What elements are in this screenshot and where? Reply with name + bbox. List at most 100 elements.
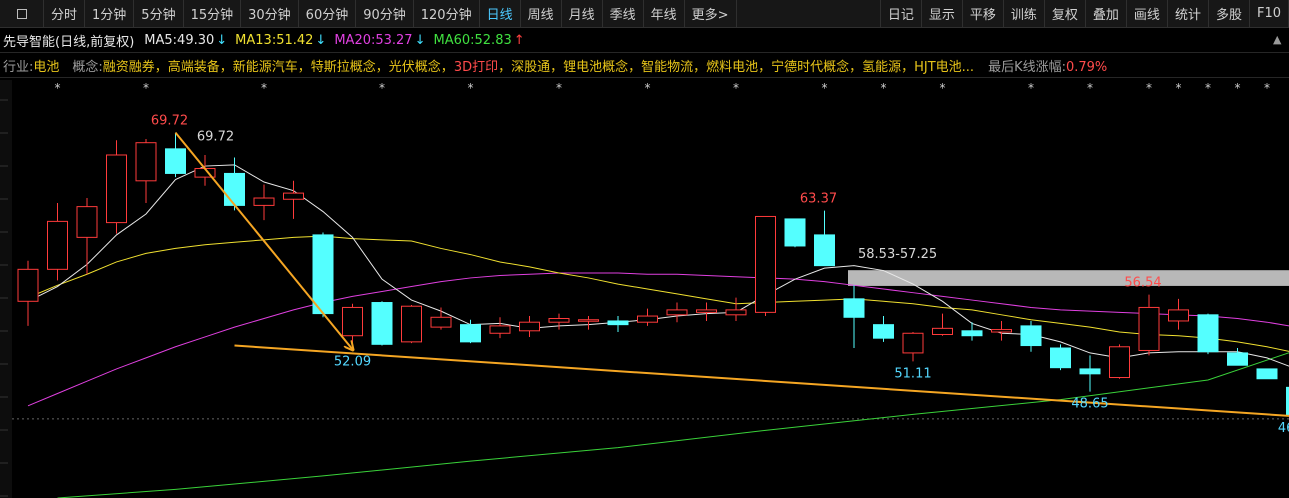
timeframe-button-2[interactable]: 5分钟: [134, 0, 184, 27]
candle-body: [1168, 309, 1189, 322]
timeframe-button-4[interactable]: 30分钟: [241, 0, 299, 27]
candle-body: [696, 309, 717, 313]
concept-highlight: 3D打印: [453, 59, 499, 75]
top-marker-11: *: [1028, 81, 1034, 95]
tool-button-2[interactable]: 平移: [963, 0, 1004, 27]
tool-button-8[interactable]: 多股: [1209, 0, 1250, 27]
candle-1: [47, 202, 68, 281]
candle-25: [755, 215, 776, 317]
candle-13: [401, 304, 422, 344]
top-toolbar: 分时 1分钟 5分钟 15分钟 30分钟 60分钟 90分钟 120分钟 日线 周线 月线 季线 年线更…: [0, 0, 1289, 28]
candle-body: [1256, 368, 1278, 380]
window-square-icon[interactable]: [0, 0, 44, 27]
candle-body: [814, 234, 835, 267]
candle-20: [607, 316, 629, 333]
top-marker-3: *: [379, 81, 385, 95]
candle-3: [106, 140, 127, 234]
timeframe-button-1[interactable]: 1分钟: [85, 0, 135, 27]
candle-body: [312, 234, 334, 315]
tool-button-9[interactable]: F10: [1250, 0, 1289, 27]
timeframe-button-7[interactable]: 120分钟: [414, 0, 480, 27]
timeframe-button-0[interactable]: 分时: [44, 0, 86, 27]
gap-zone-0: [848, 270, 1289, 286]
timeframe-button-12[interactable]: 年线: [644, 0, 685, 27]
candle-35: [1050, 344, 1071, 371]
timeframe-button-6[interactable]: 90分钟: [356, 0, 414, 27]
candle-42: [1256, 368, 1278, 380]
timeframe-button-11[interactable]: 季线: [603, 0, 644, 27]
ma-info-line: 先导智能(日线,前复权) MA5:49.30 ↓ MA13:51.42 ↓ MA20:5…: [0, 29, 1289, 51]
concepts-after: ，深股通，锂电池概念，智能物流，燃料电池，宁德时代概念，氢能源，HJT电池...: [498, 59, 975, 75]
candle-12: [371, 301, 393, 346]
timeframe-button-9[interactable]: 周线: [521, 0, 562, 27]
candle-body: [1020, 325, 1042, 347]
timeframe-button-13[interactable]: 更多>: [685, 0, 737, 27]
tool-button-5[interactable]: 叠加: [1086, 0, 1127, 27]
stock-chart-window: 分时 1分钟 5分钟 15分钟 30分钟 60分钟 90分钟 120分钟 日线 周线 月线 季线 年线更…: [0, 0, 1289, 498]
timeframe-button-5[interactable]: 60分钟: [299, 0, 357, 27]
candle-body: [961, 330, 983, 337]
top-marker-9: *: [881, 81, 887, 95]
candle-37: [1109, 344, 1130, 379]
candle-body: [224, 172, 245, 206]
candle-9: [283, 180, 304, 219]
candle-29: [873, 316, 894, 342]
candle-4: [135, 139, 157, 203]
candle-body: [578, 319, 599, 322]
last-change-value: 0.79%: [1065, 59, 1108, 75]
timeframe-button-8[interactable]: 日线: [480, 0, 521, 27]
candle-body: [1079, 368, 1101, 375]
concept-list[interactable]: 融资融券，高端装备，新能源汽车，特斯拉概念，光伏概念，3D打印，深股通，锂电池概…: [103, 56, 974, 75]
candle-body: [253, 197, 275, 206]
top-marker-7: *: [733, 81, 739, 95]
candlestick-chart[interactable]: ******************58.53-57.2550.00-49.66…: [0, 80, 1289, 498]
last-change-label: 最后K线涨幅:: [988, 59, 1066, 75]
candle-24: [725, 297, 747, 321]
candle-body: [637, 315, 658, 323]
arrow-down-icon: ↓: [216, 32, 228, 48]
candle-8: [253, 184, 275, 221]
candle-body: [460, 324, 481, 343]
candle-body: [489, 325, 511, 334]
tool-button-3[interactable]: 训练: [1004, 0, 1045, 27]
candle-26: [784, 218, 806, 248]
collapse-caret-icon[interactable]: ▲: [1273, 33, 1283, 46]
tool-button-4[interactable]: 复权: [1045, 0, 1086, 27]
candle-14: [430, 307, 452, 330]
candle-body: [165, 148, 186, 174]
candle-body: [401, 305, 422, 343]
top-marker-14: *: [1176, 81, 1182, 95]
candle-body: [873, 324, 894, 339]
timeframe-group: 分时 1分钟 5分钟 15分钟 30分钟 60分钟 90分钟 120分钟 日线 周线 月线 季线 年线更…: [44, 0, 737, 27]
candle-body: [784, 218, 806, 247]
price-label-1: 69.72: [197, 130, 234, 145]
candle-31: [932, 313, 953, 336]
candle-body: [725, 309, 747, 316]
candle-16: [489, 317, 511, 339]
tool-button-0[interactable]: 日记: [881, 0, 922, 27]
concept-label: 概念:: [72, 59, 103, 75]
candle-body: [755, 215, 776, 313]
tool-button-1[interactable]: 显示: [922, 0, 963, 27]
tool-button-7[interactable]: 统计: [1168, 0, 1209, 27]
timeframe-button-10[interactable]: 月线: [562, 0, 603, 27]
candle-23: [696, 302, 717, 321]
candle-34: [1020, 320, 1042, 352]
timeframe-button-3[interactable]: 15分钟: [184, 0, 242, 27]
candle-41: [1227, 348, 1248, 366]
stock-title: 先导智能(日线,前复权): [3, 34, 135, 50]
candle-body: [1050, 347, 1071, 369]
top-marker-8: *: [822, 81, 828, 95]
ma-value-1: MA13:51.42 ↓: [235, 33, 326, 48]
candle-30: [902, 332, 924, 362]
price-label-6: 56.54: [1124, 276, 1161, 291]
candle-body: [106, 154, 127, 224]
candle-body: [283, 192, 304, 200]
industry-value[interactable]: 电池: [33, 56, 59, 75]
tool-button-6[interactable]: 画线: [1127, 0, 1168, 27]
price-label-7: 46.68: [1278, 421, 1289, 436]
top-marker-12: *: [1087, 81, 1093, 95]
candle-27: [814, 210, 835, 267]
ma-label-1: MA13:51.42: [235, 32, 314, 48]
ma-label-2: MA20:53.27: [334, 32, 413, 48]
